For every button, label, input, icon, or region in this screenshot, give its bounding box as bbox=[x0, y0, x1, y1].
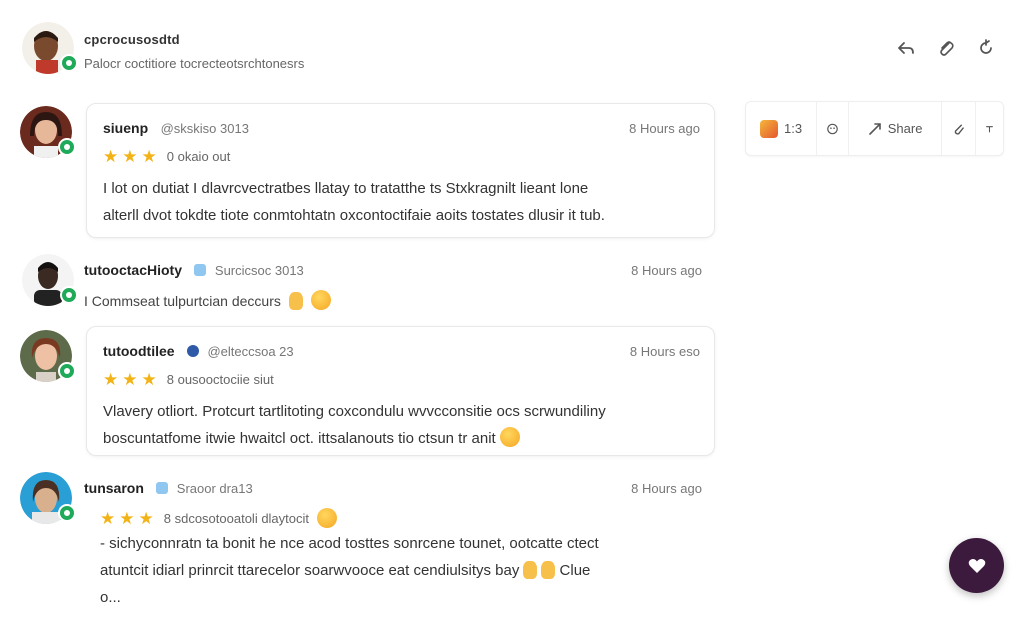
read-more-link[interactable]: o... bbox=[100, 584, 702, 611]
floating-action-button[interactable] bbox=[949, 538, 1004, 593]
star-icon: ★ bbox=[122, 370, 138, 389]
online-status-icon bbox=[60, 286, 78, 304]
timestamp: 8 Hours eso bbox=[629, 344, 700, 359]
online-status-icon bbox=[58, 504, 76, 522]
timestamp: 8 Hours ago bbox=[629, 121, 700, 136]
header-avatar[interactable] bbox=[22, 22, 78, 74]
author-name[interactable]: tunsaron bbox=[84, 480, 144, 496]
author-handle: @skskiso 3013 bbox=[160, 121, 249, 136]
heart-icon bbox=[968, 558, 985, 573]
rating: ★ ★ ★ 0 okaio out bbox=[103, 148, 700, 165]
rating-label: 8 sdcosotooatoli dlaytocit bbox=[163, 510, 310, 526]
online-status-icon bbox=[58, 138, 76, 156]
reply-icon[interactable] bbox=[896, 38, 916, 58]
star-icon: ★ bbox=[122, 147, 138, 166]
rating-label: 8 ousooctociie siut bbox=[166, 372, 274, 387]
reaction-toolbar: 1:3 Share bbox=[745, 101, 1004, 156]
author-name[interactable]: tutoodtilee bbox=[103, 343, 175, 359]
paperclip-icon bbox=[954, 124, 964, 135]
author-handle: @elteccsoa 23 bbox=[207, 344, 294, 359]
clap-emoji-icon bbox=[288, 292, 303, 310]
message-body: Vlavery otliort. Protcurt tartlitoting c… bbox=[103, 403, 606, 447]
online-status-icon bbox=[60, 54, 78, 72]
star-icon: ★ bbox=[100, 508, 116, 528]
message-item: tutooctacHioty Surcicsoc 3013 8 Hours ag… bbox=[84, 262, 714, 310]
verified-badge-icon bbox=[194, 264, 207, 276]
smile-emoji-icon bbox=[310, 290, 331, 310]
avatar[interactable] bbox=[20, 472, 76, 524]
attach-icon[interactable] bbox=[936, 38, 956, 58]
text-format-icon bbox=[986, 125, 993, 132]
online-status-icon bbox=[58, 362, 76, 380]
avatar[interactable] bbox=[22, 254, 78, 306]
message-card: siuenp @skskiso 3013 8 Hours ago ★ ★ ★ 0… bbox=[86, 103, 715, 238]
rating: ★ ★ ★ 8 ousooctociie siut bbox=[103, 371, 700, 388]
timestamp: 8 Hours ago bbox=[631, 263, 702, 278]
header-subtitle: Palocr coctitiore tocrecteotsrchtonesrs bbox=[84, 56, 305, 71]
star-icon: ★ bbox=[141, 147, 157, 166]
refresh-icon[interactable] bbox=[976, 38, 996, 58]
reaction-count-button[interactable]: 1:3 bbox=[746, 102, 818, 155]
message-body: I Commseat tulpurtcian deccurs bbox=[84, 290, 702, 310]
header-actions bbox=[896, 38, 996, 58]
grin-emoji-icon bbox=[499, 427, 520, 447]
avatar[interactable] bbox=[20, 330, 76, 382]
star-icon: ★ bbox=[103, 370, 119, 389]
party-emoji-icon bbox=[760, 119, 779, 138]
emoji-picker-button[interactable] bbox=[817, 102, 850, 155]
clap-emoji-icon bbox=[541, 561, 556, 579]
star-icon: ★ bbox=[103, 147, 119, 166]
author-handle: Sraoor dra13 bbox=[176, 481, 253, 496]
grin-emoji-icon bbox=[317, 508, 338, 528]
verified-badge-icon bbox=[187, 345, 199, 357]
message-body: I lot on dutiat I dlavrcvectratbes llata… bbox=[103, 180, 605, 224]
star-icon: ★ bbox=[141, 370, 157, 389]
star-icon: ★ bbox=[119, 508, 135, 528]
clap-emoji-icon bbox=[523, 561, 538, 579]
message-body: - sichyconnratn ta bonit he nce acod tos… bbox=[84, 530, 702, 611]
share-button[interactable]: Share bbox=[849, 102, 942, 155]
star-icon: ★ bbox=[138, 508, 154, 528]
timestamp: 8 Hours ago bbox=[631, 481, 702, 496]
rating: ★ ★ ★ 8 sdcosotooatoli dlaytocit bbox=[100, 508, 702, 528]
author-name[interactable]: tutooctacHioty bbox=[84, 262, 182, 278]
rating-label: 0 okaio out bbox=[166, 149, 231, 164]
format-text-button[interactable] bbox=[976, 102, 1003, 155]
header-name: cpcrocusosdtd bbox=[84, 32, 180, 47]
share-icon bbox=[868, 122, 881, 135]
author-name[interactable]: siuenp bbox=[103, 120, 148, 136]
avatar[interactable] bbox=[20, 106, 76, 158]
emoji-icon bbox=[827, 123, 838, 134]
message-card: tutoodtilee @elteccsoa 23 8 Hours eso ★ … bbox=[86, 326, 715, 456]
author-handle: Surcicsoc 3013 bbox=[214, 263, 304, 278]
attach-button[interactable] bbox=[942, 102, 976, 155]
message-item: tunsaron Sraoor dra13 8 Hours ago ★ ★ ★ … bbox=[84, 480, 714, 611]
verified-badge-icon bbox=[156, 482, 169, 494]
